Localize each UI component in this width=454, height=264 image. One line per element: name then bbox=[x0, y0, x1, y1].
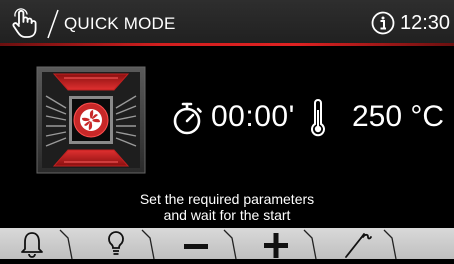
info-icon[interactable] bbox=[371, 11, 395, 35]
minus-icon[interactable] bbox=[176, 228, 216, 259]
stopwatch-icon[interactable] bbox=[170, 100, 204, 136]
toolbar-separator bbox=[59, 229, 73, 259]
toolbar-separator bbox=[383, 229, 397, 259]
hand-touch-icon[interactable] bbox=[6, 8, 42, 40]
toolbar-separator bbox=[141, 229, 155, 259]
header-divider bbox=[47, 9, 59, 39]
status-message: Set the required parameters and wait for… bbox=[0, 191, 454, 223]
status-line-2: and wait for the start bbox=[163, 207, 291, 223]
bottom-toolbar bbox=[0, 228, 454, 259]
toolbar-separator bbox=[303, 229, 317, 259]
header-bar: QUICK MODE 12:30 bbox=[0, 0, 454, 45]
plus-icon[interactable] bbox=[256, 228, 296, 259]
page-title: QUICK MODE bbox=[64, 14, 176, 33]
lightbulb-icon[interactable] bbox=[96, 228, 136, 259]
convection-fan-icon[interactable] bbox=[36, 66, 146, 174]
status-line-1: Set the required parameters bbox=[139, 191, 315, 207]
clock-time: 12:30 bbox=[400, 12, 451, 34]
probe-icon[interactable] bbox=[336, 228, 376, 259]
header-accent-line bbox=[0, 43, 454, 46]
bell-icon[interactable] bbox=[12, 228, 52, 259]
temperature-value[interactable]: 250 °C bbox=[352, 100, 444, 134]
oven-screen: QUICK MODE 12:30 00:00' 250 °C Set the r… bbox=[0, 0, 454, 259]
timer-value[interactable]: 00:00' bbox=[211, 100, 295, 134]
thermometer-icon bbox=[310, 98, 326, 138]
toolbar-separator bbox=[223, 229, 237, 259]
